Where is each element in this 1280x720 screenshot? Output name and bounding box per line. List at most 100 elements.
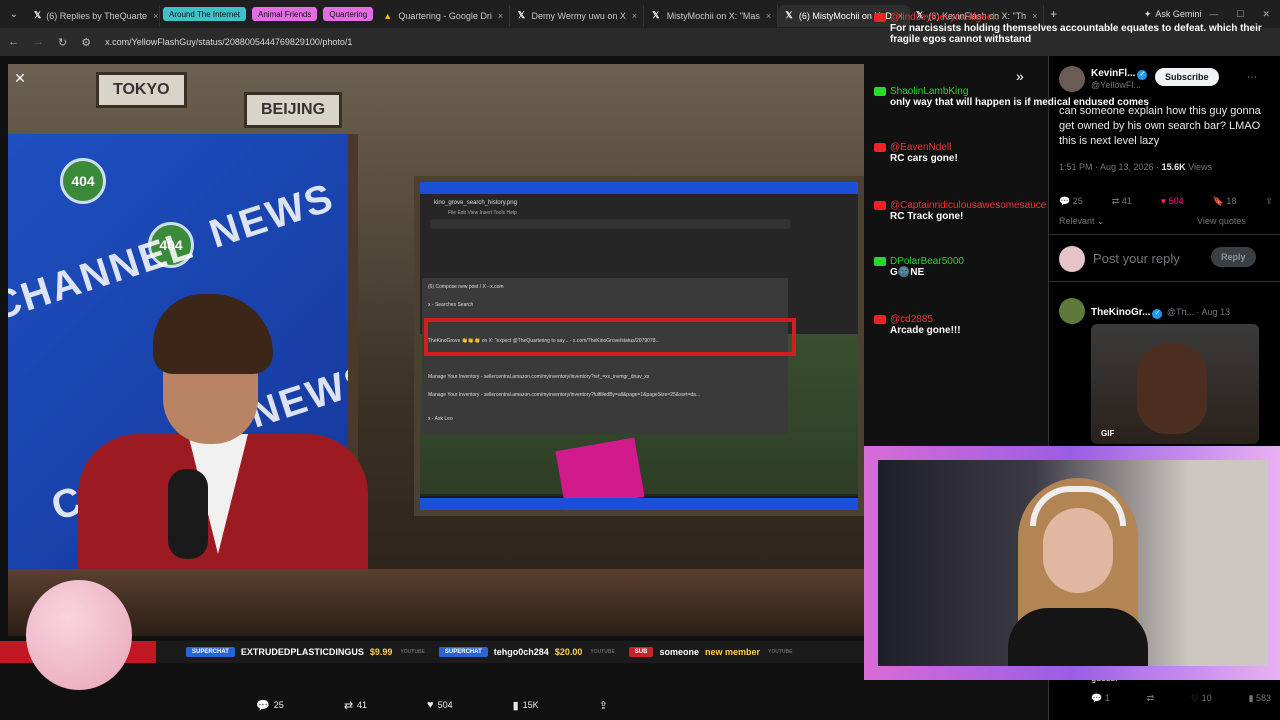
chat-user: @EavenNdell (890, 142, 952, 153)
forward-icon[interactable]: → (33, 36, 44, 48)
microphone (168, 469, 208, 559)
ticker-source: YOUTUBE (590, 649, 615, 655)
pink-mascot (26, 580, 132, 690)
view-stat[interactable]: ▮ 583 (1249, 693, 1271, 704)
x-logo-icon: 𝕏 (652, 10, 660, 20)
like-stat[interactable]: ♡ 10 (1191, 693, 1212, 704)
red-highlight-box (424, 318, 796, 356)
streamer-webcam (864, 446, 1280, 680)
sub-badge: SUB (628, 647, 654, 657)
chat-user: @Captainridiculousawesomesauce (890, 200, 1047, 211)
x-logo-icon: 𝕏 (517, 10, 525, 20)
superchat-badge: SUPERCHAT (186, 647, 235, 657)
superchat-badge: SUPERCHAT (438, 647, 488, 657)
sign-beijing: BEIJING (244, 92, 343, 128)
tab-replies[interactable]: 𝕏 (6) Replies by TheQuarte × (28, 4, 160, 27)
repost-stat[interactable]: ⇄ (1147, 693, 1155, 704)
verified-badge-icon: ✓ (1137, 70, 1148, 80)
backdrop-text-news: NEWS (204, 175, 340, 257)
close-icon[interactable]: × (492, 11, 503, 21)
close-viewer-button[interactable]: ✕ (10, 68, 30, 88)
chat-message: DPolarBear5000 G🌚NE (872, 256, 1272, 278)
like-count: 504 (437, 700, 453, 710)
tab-group-quartering[interactable]: Quartering (323, 7, 374, 21)
reply-stat[interactable]: 💬 1 (1091, 693, 1110, 704)
subscribe-button[interactable]: Subscribe (1155, 68, 1219, 86)
monitor-top-bar (420, 182, 858, 194)
reply-action[interactable]: 💬 25 (256, 699, 284, 712)
bar-chart-icon: ▮ (512, 699, 519, 712)
tab-search-icon[interactable]: ⌄ (0, 0, 28, 28)
monitor-row: (6) Compose new post / X - x.com (428, 284, 504, 290)
monitor-row: Manage Your Inventory - sellercentral.am… (428, 374, 650, 380)
chat-text: RC Track gone! (890, 211, 964, 222)
heart-icon: ♥ (427, 699, 434, 711)
monitor-row: Manage Your Inventory - sellercentral.am… (428, 392, 701, 398)
gif-label: GIF (1101, 429, 1115, 438)
back-icon[interactable]: ← (8, 36, 19, 48)
chat-message: @EavenNdell RC cars gone! (872, 142, 1272, 164)
streamer-body (1008, 608, 1148, 666)
tab-group-animal-friends[interactable]: Animal Friends (252, 7, 318, 21)
repost-action[interactable]: ⇄ 41 (344, 699, 367, 712)
tab-mistymochii-1[interactable]: 𝕏 MistyMochii on X: "Mas × (644, 4, 779, 27)
tab-label: Demy Wermy uwu on X (531, 10, 626, 21)
view-count: 15K (522, 700, 539, 710)
tab-label: Quartering - Google Dri (398, 10, 492, 21)
like-count: 10 (1201, 693, 1212, 703)
reply-count: 1 (1104, 693, 1110, 703)
repost-icon: ⇄ (343, 699, 354, 712)
monitor-bottom-bar (420, 498, 858, 510)
ticker-name: someone (659, 647, 699, 657)
site-info-icon[interactable]: ⚙ (81, 36, 91, 49)
reply-count: 25 (273, 700, 284, 710)
monitor-toolbar (430, 219, 790, 229)
share-action[interactable]: ⇪ (599, 699, 608, 712)
more-options-icon[interactable]: ⋯ (1247, 72, 1257, 83)
reply-stats: 💬 1 ⇄ ♡ 10 ▮ 583 (1091, 693, 1271, 704)
rumble-icon (874, 87, 886, 96)
tab-label: MistyMochii on X: "Mas (666, 10, 760, 21)
chat-user: @cd2885 (890, 314, 933, 325)
rumble-icon (874, 257, 886, 266)
monitor-screen: kino_grove_search_history.png File Edit … (420, 194, 858, 511)
close-icon[interactable]: × (147, 11, 158, 21)
x-logo-icon: 𝕏 (34, 10, 42, 20)
close-icon[interactable]: × (760, 11, 771, 21)
chat-text: Arcade gone!!! (890, 325, 961, 336)
tab-google-drive[interactable]: ▲ Quartering - Google Dri × (376, 4, 511, 27)
chat-message: @Captainridiculousawesomesauce RC Track … (872, 200, 1272, 222)
chat-text: For narcissists holding themselves accou… (890, 23, 1262, 45)
photo-action-bar: 💬 25 ⇄ 41 ♥ 504 ▮ 15K ⇪ (0, 690, 864, 720)
tab-demy-wermy[interactable]: 𝕏 Demy Wermy uwu on X × (510, 4, 645, 27)
share-icon: ⇪ (598, 699, 608, 712)
monitor-doc-menu: File Edit View Insert Tools Help (448, 210, 517, 216)
tab-group-around-the-internet[interactable]: Around The Internet (163, 7, 247, 21)
chat-message: ShaolinLambKing only way that will happe… (872, 86, 1272, 108)
ticker-amount: $20.00 (554, 647, 583, 657)
monitor-row: x - Ask Leo (428, 416, 453, 422)
tab-label: (6) Replies by TheQuarte (46, 10, 148, 21)
reply-gif[interactable]: GIF (1091, 324, 1259, 444)
reload-icon[interactable]: ↻ (58, 36, 67, 49)
ticker-name: EXTRUDEDPLASTICDINGUS (240, 647, 364, 657)
youtube-icon (874, 201, 886, 210)
url-field[interactable]: x.com/YellowFlashGuy/status/208800544476… (105, 37, 352, 47)
like-action[interactable]: ♥ 504 (427, 699, 453, 711)
stream-frame: TOKYO BEIJING 404 404 CHANNEL NEWS CHANN… (8, 64, 864, 636)
youtube-icon (874, 13, 886, 22)
ticker-amount: $9.99 (369, 647, 393, 657)
close-icon[interactable]: × (626, 11, 637, 21)
youtube-icon (874, 143, 886, 152)
views-action[interactable]: ▮ 15K (513, 699, 539, 712)
repost-count: 41 (357, 700, 368, 710)
chat-message: @cd2885 Arcade gone!!! (872, 314, 1272, 336)
expand-sidebar-icon[interactable]: » (1016, 68, 1024, 84)
sign-tokyo: TOKYO (96, 72, 187, 108)
studio-monitor: kino_grove_search_history.png File Edit … (414, 176, 864, 516)
chat-user: ShaolinLambKing (890, 86, 969, 97)
webcam-feed (878, 460, 1268, 666)
streamer (1008, 478, 1148, 666)
reply-icon: 💬 (256, 699, 270, 712)
host-hair (153, 294, 273, 374)
